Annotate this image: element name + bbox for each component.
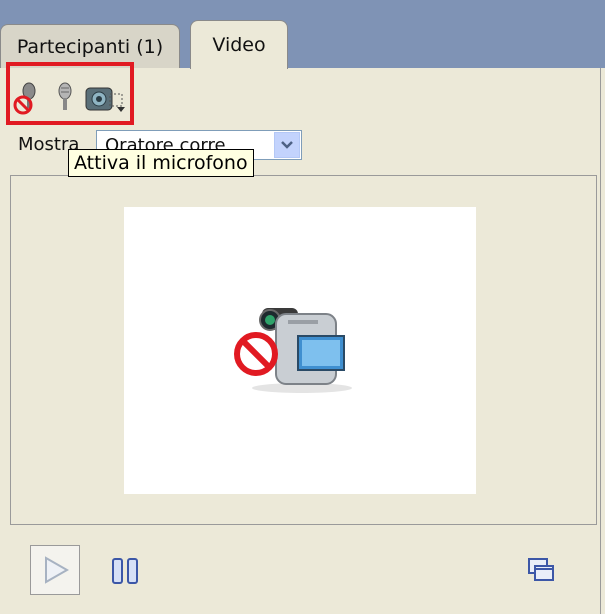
play-icon <box>45 556 70 584</box>
tab-video-label: Video <box>212 34 266 56</box>
tab-video[interactable]: Video <box>190 20 288 69</box>
pause-icon[interactable] <box>110 556 140 586</box>
camera-disabled-icon <box>234 308 352 393</box>
play-button[interactable] <box>30 545 80 595</box>
tab-partecipanti-label: Partecipanti (1) <box>16 36 164 58</box>
toolbar-highlight <box>6 62 134 125</box>
tooltip: Attiva il microfono <box>68 149 254 177</box>
chevron-down-icon[interactable] <box>274 132 300 158</box>
popout-window-icon[interactable] <box>527 556 555 584</box>
video-pod: Partecipanti (1) Video Mostra Oratore co… <box>0 0 605 614</box>
